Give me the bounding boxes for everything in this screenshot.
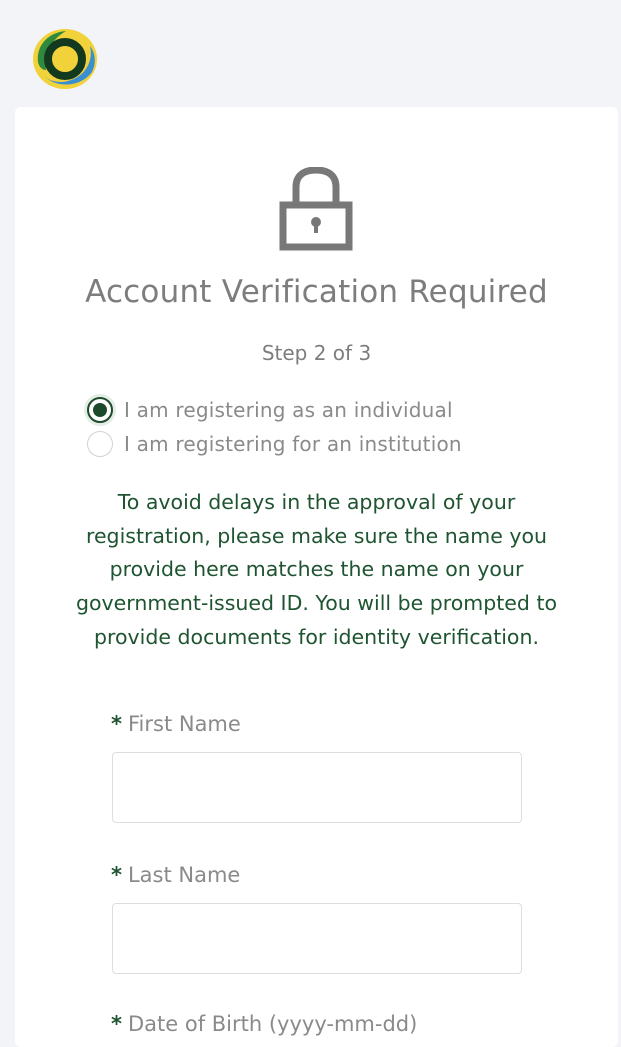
name-match-notice: To avoid delays in the approval of your … [75,490,558,649]
radio-option-institution[interactable]: I am registering for an institution [87,431,462,457]
page-title: Account Verification Required [85,274,548,310]
step-indicator: Step 2 of 3 [261,341,372,365]
required-mark: * [111,712,122,736]
last-name-label: * Last Name [111,863,241,887]
required-mark: * [111,863,122,887]
radio-option-individual[interactable]: I am registering as an individual [87,397,453,423]
radio-label-institution: I am registering for an institution [124,432,462,456]
brand-logo-icon[interactable] [30,26,100,92]
required-mark: * [111,1012,122,1036]
first-name-label: * First Name [111,712,241,736]
registration-card: Account Verification Required Step 2 of … [15,107,618,1047]
date-of-birth-label: * Date of Birth (yyyy-mm-dd) [111,1012,418,1036]
radio-button-individual[interactable] [87,397,113,423]
radio-button-institution[interactable] [87,431,113,457]
lock-icon [279,166,353,251]
first-name-input[interactable] [112,752,522,823]
radio-label-individual: I am registering as an individual [124,398,453,422]
last-name-input[interactable] [112,903,522,974]
